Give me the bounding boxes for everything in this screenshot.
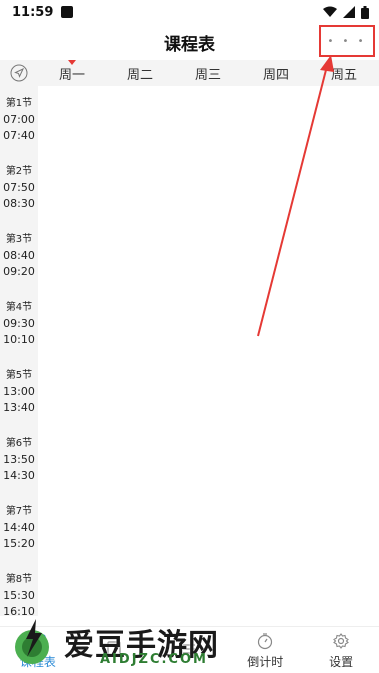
tab-label: 倒计时 bbox=[247, 654, 284, 669]
period-4: 第4节 09:30 10:10 bbox=[0, 290, 38, 358]
day-header-thu[interactable]: 周四 bbox=[242, 60, 310, 86]
period-start: 09:30 bbox=[3, 317, 35, 330]
tab-item-3[interactable] bbox=[152, 627, 228, 673]
period-2: 第2节 07:50 08:30 bbox=[0, 154, 38, 222]
more-options-button[interactable]: • • • bbox=[319, 25, 375, 57]
period-label: 第6节 bbox=[5, 438, 33, 449]
book-icon bbox=[105, 639, 123, 659]
week-header: 周一 周二 周三 周四 周五 bbox=[0, 60, 379, 86]
period-start: 08:40 bbox=[3, 249, 35, 262]
day-label: 周二 bbox=[126, 67, 153, 83]
period-end: 13:40 bbox=[3, 401, 35, 414]
period-column: 第1节 07:00 07:40 第2节 07:50 08:30 第3节 08:4… bbox=[0, 86, 38, 616]
day-header-tue[interactable]: 周二 bbox=[106, 60, 174, 86]
period-start: 13:50 bbox=[3, 453, 35, 466]
period-end: 10:10 bbox=[3, 333, 35, 346]
page-title: 课程表 bbox=[164, 34, 215, 55]
period-1: 第1节 07:00 07:40 bbox=[0, 86, 38, 154]
day-label: 周四 bbox=[262, 67, 289, 83]
schedule-grid[interactable] bbox=[38, 86, 379, 616]
period-end: 09:20 bbox=[3, 265, 35, 278]
locate-button[interactable] bbox=[0, 60, 38, 86]
notification-icon bbox=[61, 6, 74, 18]
bottom-tab-bar: 课程表 倒计时 设置 bbox=[0, 626, 379, 673]
period-start: 13:00 bbox=[3, 385, 35, 398]
period-end: 16:10 bbox=[3, 605, 35, 616]
navigation-arrow-icon bbox=[10, 64, 28, 82]
period-start: 07:00 bbox=[3, 113, 35, 126]
period-label: 第5节 bbox=[5, 370, 33, 381]
period-6: 第6节 13:50 14:30 bbox=[0, 426, 38, 494]
day-header-fri[interactable]: 周五 bbox=[310, 60, 378, 86]
gear-icon bbox=[332, 631, 350, 651]
day-header-wed[interactable]: 周三 bbox=[174, 60, 242, 86]
battery-icon bbox=[361, 5, 369, 19]
tab-countdown[interactable]: 倒计时 bbox=[227, 627, 303, 673]
period-label: 第2节 bbox=[5, 166, 33, 177]
day-header-mon[interactable]: 周一 bbox=[38, 60, 106, 86]
period-start: 14:40 bbox=[3, 521, 35, 534]
tab-schedule[interactable]: 课程表 bbox=[0, 627, 76, 673]
period-label: 第7节 bbox=[5, 506, 33, 517]
more-icon: • • • bbox=[327, 35, 367, 47]
period-7: 第7节 14:40 15:20 bbox=[0, 494, 38, 562]
day-label: 周一 bbox=[58, 67, 85, 83]
tab-settings[interactable]: 设置 bbox=[303, 627, 379, 673]
day-label: 周三 bbox=[194, 67, 221, 83]
list-icon bbox=[180, 639, 198, 659]
period-label: 第3节 bbox=[5, 234, 33, 245]
tab-label: 课程表 bbox=[19, 654, 56, 669]
status-bar: 11:59 bbox=[0, 0, 379, 24]
period-3: 第3节 08:40 09:20 bbox=[0, 222, 38, 290]
period-end: 14:30 bbox=[3, 469, 35, 482]
wifi-icon bbox=[323, 6, 337, 17]
calendar-icon bbox=[29, 631, 47, 651]
period-label: 第8节 bbox=[5, 574, 33, 585]
tab-label: 设置 bbox=[329, 654, 354, 669]
period-end: 08:30 bbox=[3, 197, 35, 210]
timer-icon bbox=[256, 631, 274, 651]
period-start: 15:30 bbox=[3, 589, 35, 602]
period-end: 15:20 bbox=[3, 537, 35, 550]
status-time: 11:59 bbox=[12, 4, 54, 20]
signal-icon bbox=[343, 6, 355, 18]
period-5: 第5节 13:00 13:40 bbox=[0, 358, 38, 426]
day-label: 周五 bbox=[330, 67, 357, 83]
period-end: 07:40 bbox=[3, 129, 35, 142]
today-marker bbox=[68, 60, 76, 65]
app-header: 课程表 • • • bbox=[0, 24, 379, 60]
status-icons bbox=[323, 5, 369, 19]
tab-item-2[interactable] bbox=[76, 627, 152, 673]
period-label: 第4节 bbox=[5, 302, 33, 313]
period-start: 07:50 bbox=[3, 181, 35, 194]
period-label: 第1节 bbox=[5, 98, 33, 109]
period-8: 第8节 15:30 16:10 bbox=[0, 562, 38, 616]
